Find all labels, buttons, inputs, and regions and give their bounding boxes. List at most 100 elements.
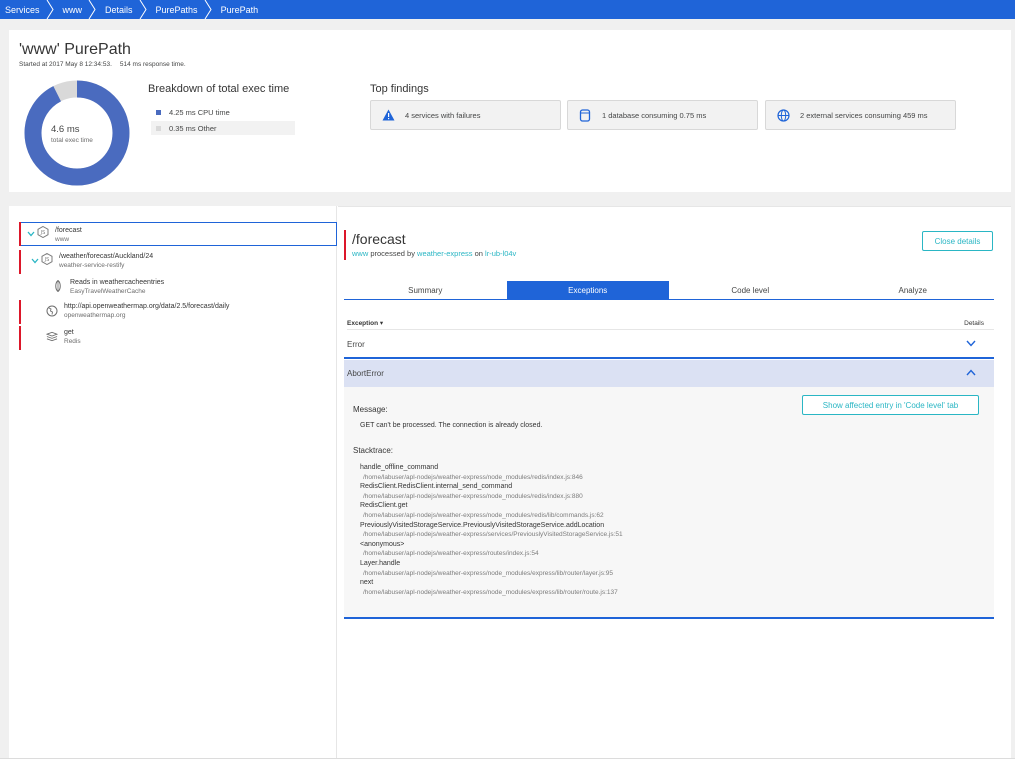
stack-frame-path: /home/labuser/apl-nodejs/weather-express… [363, 569, 614, 577]
nodejs-icon: JS [41, 253, 53, 265]
exception-row-error[interactable]: Error [344, 332, 994, 359]
globe-icon [46, 305, 58, 317]
stack-frame-function: RedisClient.RedisClient.internal_send_co… [360, 483, 513, 491]
breadcrumb-label: PurePaths [155, 4, 198, 15]
nodejs-icon: JS [37, 226, 49, 238]
stack-frame-function: next [360, 579, 374, 587]
database-icon [578, 108, 592, 122]
purepath-summary-card: 'www' PurePath Started at 2017 May 8 12:… [9, 30, 1011, 192]
tab-exceptions[interactable]: Exceptions [506, 281, 669, 300]
tree-node-text: /weather/forecast/Auckland/24 weather-ser… [59, 252, 153, 270]
details-column: Details [964, 319, 984, 327]
purepath-meta: Started at 2017 May 8 12:34:53. 514 ms re… [19, 61, 186, 68]
host-link[interactable]: lr-ub-l04v [485, 249, 516, 258]
process-link[interactable]: weather-express [417, 249, 472, 258]
breakdown-label: 0.35 ms Other [169, 123, 217, 133]
failure-marker [19, 326, 21, 350]
tree-node-redis-get[interactable]: get Redis [19, 326, 335, 350]
tree-node-forecast[interactable]: JS /forecast www [19, 222, 337, 246]
svg-text:JS: JS [44, 257, 50, 263]
breadcrumb-purepaths[interactable]: PurePaths [146, 0, 212, 19]
stacktrace: handle_offline_command /home/labuser/apl… [360, 463, 623, 597]
tree-node-text: get Redis [64, 328, 81, 346]
finding-label: 2 external services consuming 459 ms [800, 110, 928, 120]
mongodb-icon [52, 280, 64, 292]
tab-code-level[interactable]: Code level [669, 281, 832, 300]
stack-frame-function: Layer.handle [360, 559, 401, 567]
response-time: 514 ms response time. [119, 61, 186, 68]
stack-frame-path: /home/labuser/apl-nodejs/weather-express… [363, 588, 618, 596]
breakdown-other: 0.35 ms Other [151, 121, 295, 135]
finding-database[interactable]: 1 database consuming 0.75 ms [567, 100, 758, 130]
service-link[interactable]: www [352, 249, 368, 258]
breadcrumb-label: Services [5, 4, 40, 15]
tab-summary[interactable]: Summary [344, 281, 507, 300]
finding-label: 1 database consuming 0.75 ms [602, 110, 707, 120]
stack-frame-path: /home/labuser/apl-nodejs/weather-express… [363, 492, 583, 500]
chevron-down-icon[interactable] [966, 340, 976, 349]
failure-marker [344, 230, 346, 260]
tab-analyze[interactable]: Analyze [831, 281, 994, 300]
stack-frame-function: PreviouslyVisitedStorageService.Previous… [360, 521, 605, 529]
stack-frame-function: RedisClient.get [360, 502, 408, 510]
stack-frame-path: /home/labuser/apl-nodejs/weather-express… [363, 473, 583, 481]
exception-details: Message: GET can't be processed. The con… [344, 387, 994, 619]
breadcrumb-purepath[interactable]: PurePath [211, 0, 272, 19]
tree-node-title: /weather/forecast/Auckland/24 [59, 253, 154, 260]
finding-service-failures[interactable]: 4 services with failures [370, 100, 561, 130]
tree-node-weather-forecast[interactable]: JS /weather/forecast/Auckland/24 weather-… [19, 250, 335, 274]
chevron-down-icon[interactable] [30, 256, 39, 265]
close-details-button[interactable]: Close details [922, 231, 993, 251]
total-exec-label: total exec time [51, 137, 93, 144]
failure-marker [19, 300, 21, 324]
tree-node-title: get [64, 329, 74, 336]
redis-icon [46, 330, 58, 342]
chevron-down-icon[interactable] [26, 229, 35, 238]
page-title: 'www' PurePath [19, 41, 131, 58]
stack-frame-path: /home/labuser/apl-nodejs/weather-express… [363, 511, 604, 519]
breadcrumb-label: www [62, 4, 83, 15]
tree-node-text: Reads in weathercacheentries EasyTravelWe… [70, 278, 164, 296]
show-affected-entry-button[interactable]: Show affected entry in 'Code level' tab [802, 395, 979, 415]
tree-node-title: /forecast [55, 227, 82, 234]
tree-node-title: Reads in weathercacheentries [70, 279, 165, 286]
chevron-up-icon[interactable] [966, 369, 976, 378]
exception-name: Error [347, 340, 365, 349]
finding-external-services[interactable]: 2 external services consuming 459 ms [765, 100, 956, 130]
tree-node-title: http://api.openweathermap.org/data/2.5/f… [64, 303, 230, 310]
exception-column-sort[interactable]: Exception ▾ [347, 319, 383, 327]
on-text: on [474, 249, 483, 258]
details-title: /forecast [352, 231, 406, 247]
purepath-tree: JS /forecast www JS /weather/forecast/Auc… [9, 206, 337, 759]
message-label: Message: [353, 405, 388, 414]
tree-node-service: weather-service-restify [59, 262, 125, 269]
breadcrumb: Services www Details PurePaths PurePath [0, 0, 1015, 19]
svg-text:JS: JS [40, 230, 46, 236]
failure-marker [19, 250, 21, 274]
tree-node-service: openweathermap.org [64, 312, 126, 319]
breakdown-cpu: 4.25 ms CPU time [151, 105, 295, 119]
details-subtitle: www processed by weather-express on lr-u… [352, 249, 516, 258]
processed-by-text: processed by [370, 249, 415, 258]
globe-icon [776, 108, 790, 122]
exception-message: GET can't be processed. The connection i… [360, 422, 543, 429]
exception-name: AbortError [347, 369, 384, 378]
tree-node-service: EasyTravelWeatherCache [70, 288, 146, 295]
tree-node-reads-cache[interactable]: Reads in weathercacheentries EasyTravelWe… [19, 276, 335, 298]
tree-node-service: Redis [64, 338, 81, 345]
failure-marker [19, 222, 21, 246]
tree-node-text: /forecast www [55, 226, 82, 244]
stack-frame-path: /home/labuser/apl-nodejs/weather-express… [363, 550, 539, 558]
stack-frame-path: /home/labuser/apl-nodejs/weather-express… [363, 531, 623, 539]
top-findings-title: Top findings [370, 83, 429, 95]
start-time: Started at 2017 May 8 12:34:53. [19, 61, 112, 68]
cpu-swatch [156, 109, 161, 115]
breadcrumb-services[interactable]: Services [0, 0, 54, 19]
exception-row-aborterror[interactable]: AbortError [344, 360, 994, 387]
other-swatch [156, 125, 161, 131]
breadcrumb-details[interactable]: Details [95, 0, 147, 19]
purepath-detail-card: JS /forecast www JS /weather/forecast/Auc… [9, 206, 1011, 759]
tree-node-openweathermap[interactable]: http://api.openweathermap.org/data/2.5/f… [19, 300, 335, 324]
breadcrumb-www[interactable]: www [53, 0, 96, 19]
total-exec-value: 4.6 ms [51, 124, 80, 135]
